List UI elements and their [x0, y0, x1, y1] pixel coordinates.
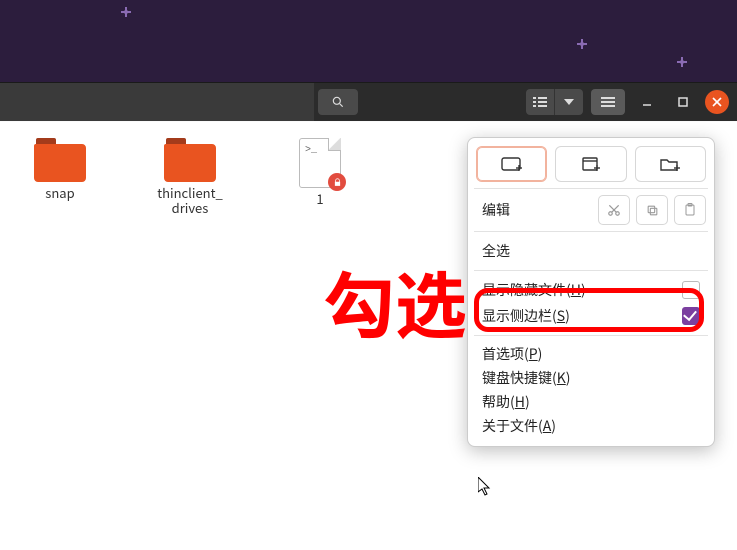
view-switcher	[526, 89, 583, 115]
folder-item-snap[interactable]: snap	[20, 138, 100, 216]
file-label: thinclient_ drives	[157, 186, 223, 216]
edit-row: 编辑	[476, 195, 706, 225]
wallpaper-star-icon	[580, 42, 584, 46]
show-sidebar-label: 显示侧边栏(S)	[482, 306, 682, 326]
show-sidebar-checkbox[interactable]	[682, 307, 700, 325]
wallpaper-star-icon	[124, 10, 128, 14]
view-dropdown-button[interactable]	[555, 89, 583, 115]
paste-button[interactable]	[674, 195, 706, 225]
keyboard-shortcuts-label: 键盘快捷键(K)	[482, 368, 700, 388]
close-button[interactable]	[705, 90, 729, 114]
select-all-item[interactable]: 全选	[476, 238, 706, 264]
help-label: 帮助(H)	[482, 392, 700, 412]
preferences-item[interactable]: 首选项(P)	[476, 342, 706, 366]
show-hidden-label: 显示隐藏文件(H)	[482, 280, 682, 300]
new-row	[476, 146, 706, 182]
script-file-icon: >_	[299, 138, 341, 188]
new-folder-button[interactable]	[635, 146, 706, 182]
list-view-button[interactable]	[526, 89, 554, 115]
minimize-button[interactable]	[633, 89, 661, 115]
help-item[interactable]: 帮助(H)	[476, 390, 706, 414]
cut-button[interactable]	[598, 195, 630, 225]
show-sidebar-item[interactable]: 显示侧边栏(S)	[476, 303, 706, 329]
search-button[interactable]	[318, 89, 358, 115]
new-tab-button[interactable]	[476, 146, 547, 182]
select-all-label: 全选	[482, 241, 700, 261]
hamburger-menu: 编辑 全选 显示隐藏文件(H) 显示侧边栏(S) 首选项(P)	[467, 137, 715, 447]
wallpaper-star-icon	[680, 60, 684, 64]
maximize-button[interactable]	[669, 89, 697, 115]
desktop-root: snap thinclient_ drives >_	[0, 0, 737, 550]
new-window-button[interactable]	[555, 146, 626, 182]
titlebar	[0, 83, 737, 121]
file-item-1[interactable]: >_ 1	[280, 138, 360, 216]
file-label: snap	[45, 186, 74, 201]
copy-button[interactable]	[636, 195, 668, 225]
keyboard-shortcuts-item[interactable]: 键盘快捷键(K)	[476, 366, 706, 390]
about-item[interactable]: 关于文件(A)	[476, 414, 706, 438]
edit-label: 编辑	[476, 200, 592, 220]
folder-icon	[34, 138, 86, 182]
folder-icon	[164, 138, 216, 182]
lock-badge-icon	[328, 173, 346, 191]
folder-item-thinclient-drives[interactable]: thinclient_ drives	[150, 138, 230, 216]
show-hidden-checkbox[interactable]	[682, 281, 700, 299]
file-label: 1	[316, 192, 323, 207]
location-bar[interactable]	[0, 83, 314, 121]
hamburger-menu-button[interactable]	[591, 89, 625, 115]
show-hidden-files-item[interactable]: 显示隐藏文件(H)	[476, 277, 706, 303]
preferences-label: 首选项(P)	[482, 344, 700, 364]
about-label: 关于文件(A)	[482, 416, 700, 436]
